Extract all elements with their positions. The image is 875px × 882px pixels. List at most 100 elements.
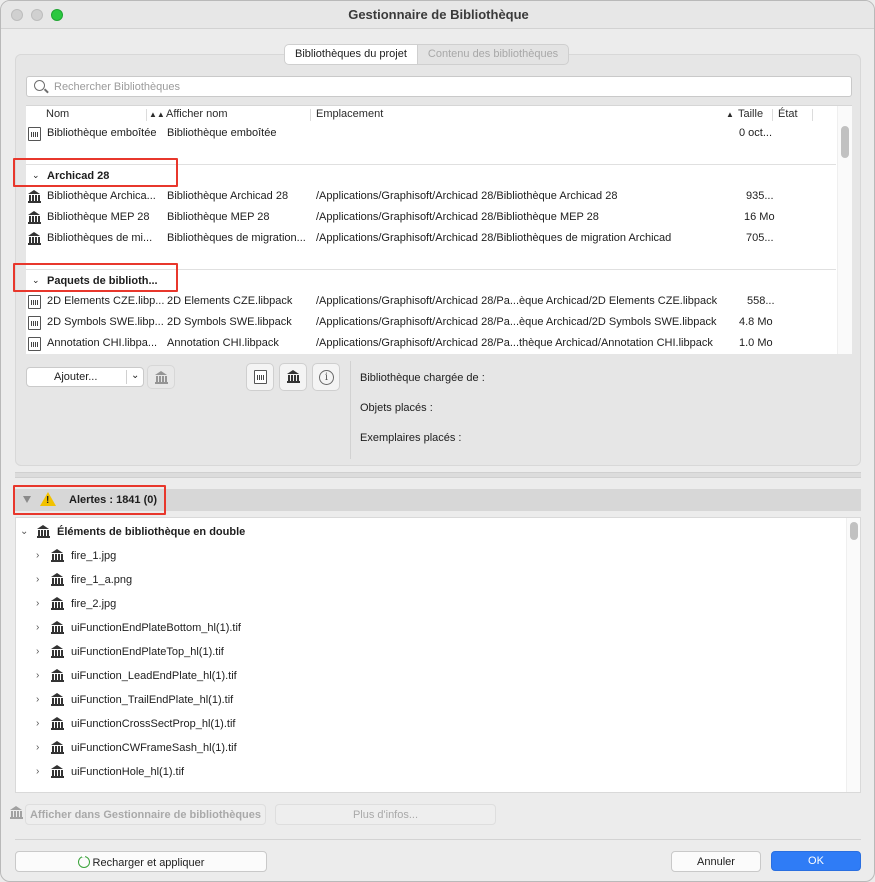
table-row[interactable]: Bibliothèque Archica... Bibliothèque Arc…	[26, 187, 836, 208]
section-label: Éléments de bibliothèque en double	[57, 526, 246, 538]
col-header-location[interactable]: Emplacement	[316, 108, 383, 120]
col-header-display-name[interactable]: Afficher nom	[166, 108, 228, 120]
tree-item[interactable]: › uiFunctionHole_hl(1).tif	[36, 763, 436, 783]
tree-item[interactable]: › uiFunction_TrailEndPlate_hl(1).tif	[36, 691, 436, 711]
library-icon	[28, 232, 41, 246]
tree-scrollbar-thumb[interactable]	[850, 522, 858, 540]
table-row[interactable]: 2D Elements CZE.libp... 2D Elements CZE.…	[26, 292, 836, 313]
table-header: Nom ▲▲ Afficher nom Emplacement ▲ Taille…	[26, 106, 836, 123]
chevron-right-icon[interactable]: ›	[36, 574, 39, 585]
cancel-button[interactable]: Annuler	[671, 851, 761, 872]
highlight-archicad-28	[13, 158, 178, 187]
tree-item[interactable]: › uiFunctionCrossSectProp_hl(1).tif	[36, 715, 436, 735]
library-icon	[51, 669, 64, 683]
cell-display-name: Bibliothèque Archicad 28	[167, 190, 289, 202]
tree-item[interactable]: › uiFunctionCWFrameSash_hl(1).tif	[36, 739, 436, 759]
sort-ascending-icon: ▲	[726, 110, 734, 119]
tree-scrollbar-track[interactable]	[846, 518, 860, 792]
reload-and-apply-button[interactable]: Recharger et appliquer	[15, 851, 267, 872]
cell-location: /Applications/Graphisoft/Archicad 28/Pa.…	[316, 316, 717, 328]
library-icon	[51, 621, 64, 635]
search-icon	[34, 80, 45, 91]
search-placeholder: Rechercher Bibliothèques	[54, 81, 180, 93]
tree-item[interactable]: › fire_2.jpg	[36, 595, 436, 615]
table-row[interactable]: 2D Symbols SWE.libp... 2D Symbols SWE.li…	[26, 313, 836, 334]
library-manager-window: Gestionnaire de Bibliothèque Bibliothèqu…	[0, 0, 875, 882]
add-library-button[interactable]: Ajouter... ⌄	[26, 367, 144, 387]
tree-item-label: uiFunctionCrossSectProp_hl(1).tif	[71, 718, 236, 730]
table-scrollbar-thumb[interactable]	[841, 126, 849, 158]
cell-size: 1.0 Mo	[739, 337, 773, 349]
chevron-down-icon[interactable]: ⌄	[20, 526, 28, 537]
reload-label: Recharger et appliquer	[92, 857, 205, 869]
chevron-right-icon[interactable]: ›	[36, 622, 39, 633]
embedded-library-button[interactable]	[246, 363, 274, 391]
table-row[interactable]: Bibliothèques de mi... Bibliothèques de …	[26, 229, 836, 250]
library-icon	[28, 211, 41, 225]
library-remove-icon	[155, 371, 168, 385]
cell-location: /Applications/Graphisoft/Archicad 28/Pa.…	[316, 295, 718, 307]
tree-item[interactable]: › uiFunctionEndPlateBottom_hl(1).tif	[36, 619, 436, 639]
reload-icon	[77, 854, 90, 868]
col-separator	[812, 109, 813, 121]
chevron-right-icon[interactable]: ›	[36, 694, 39, 705]
tree-item[interactable]: › uiFunction_LeadEndPlate_hl(1).tif	[36, 667, 436, 687]
chevron-right-icon[interactable]: ›	[36, 646, 39, 657]
tree-section-duplicates[interactable]: ⌄ Éléments de bibliothèque en double	[20, 523, 320, 543]
chevron-right-icon[interactable]: ›	[36, 670, 39, 681]
cell-size: 0 oct...	[739, 127, 773, 139]
col-header-size[interactable]: Taille	[738, 108, 763, 120]
cell-display-name: Bibliothèque MEP 28	[167, 211, 270, 223]
libpack-icon	[28, 337, 41, 351]
tree-item[interactable]: › uiFunctionEndPlateTop_hl(1).tif	[36, 643, 436, 663]
table-row-embedded[interactable]: Bibliothèque emboîtée Bibliothèque emboî…	[26, 124, 836, 145]
chevron-down-icon[interactable]: ⌄	[131, 370, 139, 381]
table-row[interactable]: Annotation CHI.libpa... Annotation CHI.l…	[26, 334, 836, 354]
library-icon	[287, 370, 300, 384]
info-button[interactable]: i	[312, 363, 340, 391]
chevron-right-icon[interactable]: ›	[36, 718, 39, 729]
cell-location: /Applications/Graphisoft/Archicad 28/Pa.…	[316, 337, 713, 349]
library-icon	[10, 806, 23, 820]
table-row[interactable]: Bibliothèque MEP 28 Bibliothèque MEP 28 …	[26, 208, 836, 229]
highlight-alerts	[13, 485, 166, 515]
col-header-name[interactable]: Nom	[46, 108, 69, 120]
loaded-from-label: Bibliothèque chargée de :	[360, 372, 485, 384]
embedded-library-icon	[254, 370, 267, 384]
cell-size: 558...	[747, 295, 775, 307]
tab-library-contents[interactable]: Contenu des bibliothèques	[418, 45, 568, 64]
library-settings-button[interactable]	[279, 363, 307, 391]
libpack-icon	[28, 316, 41, 330]
tree-item-label: fire_1_a.png	[71, 574, 133, 586]
chevron-right-icon[interactable]: ›	[36, 550, 39, 561]
col-header-state[interactable]: État	[778, 108, 798, 120]
remove-library-button[interactable]	[147, 365, 175, 389]
cell-name: 2D Elements CZE.libp...	[47, 295, 165, 307]
tab-project-libraries[interactable]: Bibliothèques du projet	[285, 45, 418, 64]
library-icon	[37, 525, 50, 539]
chevron-right-icon[interactable]: ›	[36, 766, 39, 777]
col-separator	[310, 109, 311, 121]
vertical-divider	[350, 361, 351, 459]
more-info-button[interactable]: Plus d'infos...	[275, 804, 496, 825]
show-in-library-manager-button[interactable]: Afficher dans Gestionnaire de bibliothèq…	[25, 804, 266, 825]
library-icon	[51, 693, 64, 707]
tab-control: Bibliothèques du projet Contenu des bibl…	[284, 44, 570, 65]
embedded-library-icon	[28, 127, 41, 141]
search-field[interactable]: Rechercher Bibliothèques	[26, 76, 852, 97]
pane-splitter[interactable]	[15, 472, 861, 478]
tree-item-label: uiFunction_TrailEndPlate_hl(1).tif	[71, 694, 234, 706]
title-bar: Gestionnaire de Bibliothèque	[1, 1, 874, 29]
cell-name: 2D Symbols SWE.libp...	[47, 316, 164, 328]
chevron-right-icon[interactable]: ›	[36, 598, 39, 609]
chevron-right-icon[interactable]: ›	[36, 742, 39, 753]
tree-item[interactable]: › fire_1.jpg	[36, 547, 436, 567]
alerts-tree: ⌄ Éléments de bibliothèque en double › f…	[15, 517, 861, 793]
tree-item-label: uiFunctionEndPlateBottom_hl(1).tif	[71, 622, 241, 634]
ok-button[interactable]: OK	[771, 851, 861, 871]
library-icon	[51, 645, 64, 659]
library-icon	[51, 717, 64, 731]
cell-display-name: Annotation CHI.libpack	[167, 337, 279, 349]
cell-size: 16 Mo	[744, 211, 775, 223]
tree-item[interactable]: › fire_1_a.png	[36, 571, 436, 591]
